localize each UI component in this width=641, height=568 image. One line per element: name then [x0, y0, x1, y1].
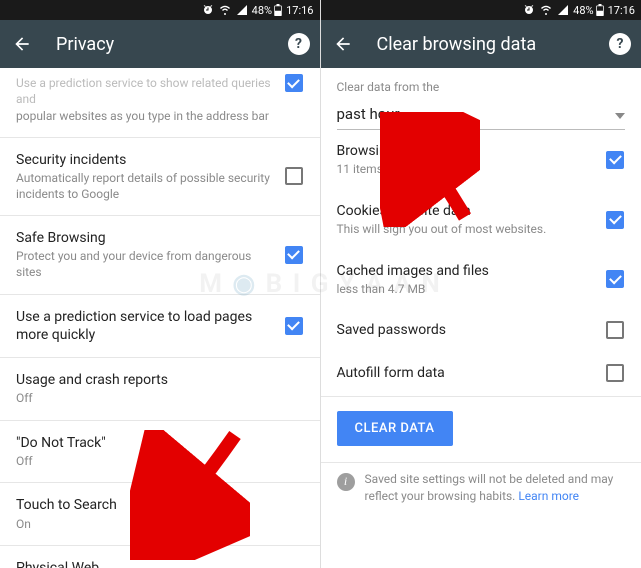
list-item-sub: Off — [16, 391, 294, 407]
list-item-safe-browsing[interactable]: Safe Browsing Protect you and your devic… — [0, 216, 320, 294]
list-item-do-not-track[interactable]: "Do Not Track" Off — [0, 421, 320, 484]
list-item-usage-reports[interactable]: Usage and crash reports Off — [0, 358, 320, 421]
list-item-title: Touch to Search — [16, 496, 294, 514]
list-item-title: Cached images and files — [337, 262, 596, 280]
list-item-title: Physical Web — [16, 559, 294, 568]
checkbox[interactable] — [284, 246, 304, 264]
page-title: Privacy — [56, 34, 270, 55]
list-item-title: Browsing history — [337, 142, 596, 160]
app-bar: Privacy ? — [0, 20, 320, 68]
checkbox[interactable] — [605, 211, 625, 229]
checkbox[interactable] — [284, 167, 304, 185]
time-range-dropdown[interactable]: past hour — [337, 104, 626, 130]
back-button[interactable] — [327, 28, 359, 60]
wifi-icon — [218, 4, 232, 16]
list-item-sub: Automatically report details of possible… — [16, 171, 274, 202]
dropdown-value: past hour — [337, 105, 616, 123]
list-item-sub: Use a prediction service to show related… — [16, 76, 274, 107]
list-item-physical-web[interactable]: Physical Web Off — [0, 546, 320, 568]
list-item-sub: popular websites as you type in the addr… — [16, 109, 274, 125]
list-item-title: Safe Browsing — [16, 229, 274, 247]
info-icon: i — [337, 473, 355, 491]
page-title: Clear browsing data — [377, 34, 592, 55]
list-item-title: Cookies and site data — [337, 202, 596, 220]
list-item-title: Saved passwords — [337, 321, 596, 339]
checkbox[interactable] — [605, 364, 625, 382]
list-item[interactable]: Use a prediction service to show related… — [0, 68, 320, 138]
help-button[interactable]: ? — [288, 33, 310, 55]
option-passwords[interactable]: Saved passwords — [321, 309, 641, 351]
list-item-prediction[interactable]: Use a prediction service to load pages m… — [0, 295, 320, 358]
list-item-title: Use a prediction service to load pages m… — [16, 308, 274, 344]
list-item-sub: 11 items — [337, 162, 596, 178]
checkbox[interactable] — [284, 317, 304, 335]
option-autofill[interactable]: Autofill form data — [321, 352, 641, 394]
checkbox[interactable] — [605, 270, 625, 288]
list-item-sub: This will sign you out of most websites. — [337, 222, 596, 238]
phone-clear-data: 48% 17:16 Clear browsing data ? Clear da… — [321, 0, 641, 568]
status-bar: 48% 17:16 — [321, 0, 641, 20]
chevron-down-icon — [615, 104, 625, 123]
app-bar: Clear browsing data ? — [321, 20, 641, 68]
help-button[interactable]: ? — [609, 33, 631, 55]
status-time: 17:16 — [286, 4, 313, 17]
divider — [321, 396, 641, 397]
back-button[interactable] — [6, 28, 38, 60]
option-cookies[interactable]: Cookies and site data This will sign you… — [321, 190, 641, 250]
list-item-sub: Protect you and your device from dangero… — [16, 249, 274, 280]
list-item-sub: less than 4.7 MB — [337, 282, 596, 298]
learn-more-link[interactable]: Learn more — [518, 489, 579, 503]
list-item-sub: Off — [16, 454, 294, 470]
clear-data-form: Clear data from the past hour Browsing h… — [321, 68, 641, 568]
phone-privacy: 48% 17:16 Privacy ? Use a prediction ser… — [0, 0, 321, 568]
list-item-title: Usage and crash reports — [16, 371, 294, 389]
status-time: 17:16 — [608, 4, 635, 17]
list-item-title: Autofill form data — [337, 364, 596, 382]
list-item-sub: On — [16, 517, 294, 533]
wifi-icon — [539, 4, 553, 16]
signal-icon — [557, 4, 569, 16]
clear-data-button[interactable]: CLEAR DATA — [337, 411, 453, 446]
checkbox[interactable] — [605, 321, 625, 339]
battery-icon: 48% — [573, 4, 603, 17]
signal-icon — [236, 4, 248, 16]
checkbox[interactable] — [605, 151, 625, 169]
list-item-security-incidents[interactable]: Security incidents Automatically report … — [0, 138, 320, 216]
range-label: Clear data from the — [337, 80, 626, 94]
list-item-title: "Do Not Track" — [16, 434, 294, 452]
settings-list: Use a prediction service to show related… — [0, 68, 320, 568]
option-browsing-history[interactable]: Browsing history 11 items — [321, 130, 641, 190]
checkbox[interactable] — [284, 74, 304, 125]
battery-icon: 48% — [252, 4, 282, 17]
option-cached[interactable]: Cached images and files less than 4.7 MB — [321, 250, 641, 310]
list-item-title: Security incidents — [16, 151, 274, 169]
alarm-icon — [202, 4, 214, 16]
alarm-icon — [523, 4, 535, 16]
status-bar: 48% 17:16 — [0, 0, 320, 20]
list-item-touch-to-search[interactable]: Touch to Search On — [0, 483, 320, 546]
info-note: i Saved site settings will not be delete… — [321, 463, 641, 505]
